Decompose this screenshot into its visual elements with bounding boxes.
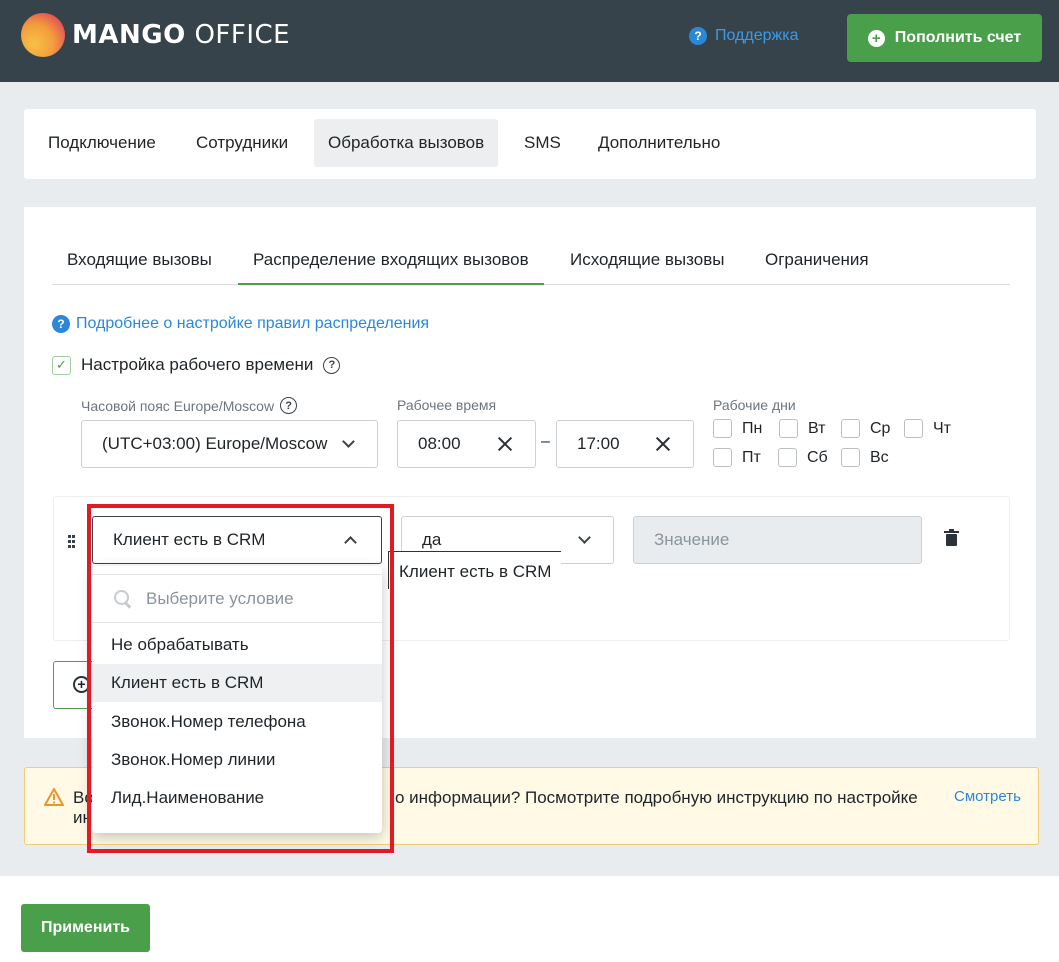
day-label: Чт (933, 419, 951, 437)
condition-tooltip: Клиент есть в CRM (388, 551, 562, 589)
day-label: Вт (808, 419, 826, 437)
chevron-down-icon (578, 531, 591, 544)
menu-item-call-line[interactable]: Звонок.Номер линии (92, 741, 382, 779)
day-fri[interactable]: Пт (713, 448, 761, 467)
subtab-distribution[interactable]: Распределение входящих вызовов (238, 239, 544, 285)
operand-value: да (422, 530, 442, 549)
time-separator: – (541, 433, 550, 450)
value-placeholder: Значение (654, 530, 730, 549)
timezone-label: Часовой пояс Europe/Moscow ? (81, 397, 298, 414)
time-to-input[interactable]: 17:00 (556, 420, 694, 468)
help-icon: ? (52, 315, 70, 333)
warning-text-line2: ин (73, 808, 92, 827)
condition-select[interactable]: Клиент есть в CRM (92, 516, 382, 564)
day-thu[interactable]: Чт (904, 419, 951, 438)
menu-item-call-phone[interactable]: Звонок.Номер телефона (92, 703, 382, 741)
tab-sms[interactable]: SMS (510, 119, 575, 167)
add-circle-icon: + (73, 676, 90, 693)
day-checkbox[interactable] (713, 448, 732, 467)
day-label: Вс (870, 448, 889, 466)
day-tue[interactable]: Вт (779, 419, 825, 438)
timezone-label-text: Часовой пояс Europe/Moscow (81, 397, 275, 414)
time-to-value: 17:00 (577, 434, 620, 453)
tab-connection[interactable]: Подключение (34, 119, 170, 167)
help-link-label: Подробнее о настройке правил распределен… (76, 315, 430, 332)
day-sun[interactable]: Вс (841, 448, 889, 467)
menu-item-none[interactable]: Не обрабатывать (92, 626, 382, 664)
day-sat[interactable]: Сб (778, 448, 828, 467)
chevron-up-icon (344, 536, 357, 549)
work-days-label: Рабочие дни (713, 397, 796, 413)
trash-icon[interactable] (944, 529, 959, 546)
clear-icon[interactable] (497, 436, 513, 452)
clear-icon[interactable] (655, 436, 671, 452)
help-icon: ? (689, 27, 707, 45)
work-time-checkbox[interactable]: ✓ (52, 355, 71, 375)
warning-text-start: Во (73, 788, 94, 807)
drag-handle-icon[interactable] (68, 535, 78, 550)
timezone-value: (UTC+03:00) Europe/Moscow (102, 434, 328, 453)
tab-additional[interactable]: Дополнительно (584, 119, 734, 167)
condition-search-input[interactable]: Выберите условие (92, 574, 382, 623)
support-link[interactable]: ? Поддержка (689, 27, 798, 45)
day-wed[interactable]: Ср (841, 419, 890, 438)
time-from-input[interactable]: 08:00 (397, 420, 536, 468)
logo-text-light: OFFICE (194, 20, 291, 50)
condition-value: Клиент есть в CRM (113, 530, 266, 549)
day-checkbox[interactable] (841, 448, 860, 467)
menu-item-lead-name[interactable]: Лид.Наименование (92, 779, 382, 817)
search-icon (114, 589, 132, 608)
support-label: Поддержка (715, 27, 799, 44)
topup-label: Пополнить счет (894, 29, 1022, 46)
topup-button[interactable]: + Пополнить счет (847, 14, 1042, 62)
app-header: MANGO OFFICE ? Поддержка + Пополнить сче… (0, 0, 1059, 82)
logo-text-bold: MANGO (72, 20, 186, 50)
day-checkbox[interactable] (778, 448, 797, 467)
day-mon[interactable]: Пн (713, 419, 762, 438)
day-checkbox[interactable] (713, 419, 732, 438)
tab-call-processing[interactable]: Обработка вызовов (314, 119, 499, 167)
work-time-field-label: Рабочее время (397, 397, 497, 413)
warning-icon (44, 788, 64, 806)
logo-text[interactable]: MANGO OFFICE (72, 20, 290, 50)
work-time-label: Настройка рабочего времени (81, 355, 314, 374)
main-tabs: Подключение Сотрудники Обработка вызовов… (24, 109, 1036, 179)
apply-button[interactable]: Применить (21, 904, 150, 952)
subtab-outgoing[interactable]: Исходящие вызовы (555, 239, 739, 285)
day-label: Ср (870, 419, 891, 437)
distribution-help-link[interactable]: ? Подробнее о настройке правил распредел… (52, 315, 429, 333)
tab-employees[interactable]: Сотрудники (182, 119, 302, 167)
day-checkbox[interactable] (841, 419, 860, 438)
day-checkbox[interactable] (779, 419, 798, 438)
subtab-incoming[interactable]: Входящие вызовы (52, 239, 227, 285)
timezone-select[interactable]: (UTC+03:00) Europe/Moscow (81, 420, 378, 468)
sub-tabs: Входящие вызовы Распределение входящих в… (52, 239, 1010, 285)
chevron-down-icon (342, 435, 355, 448)
menu-item-client-in-crm[interactable]: Клиент есть в CRM (92, 664, 382, 702)
plus-circle-icon: + (867, 29, 885, 47)
work-time-row: ✓ Настройка рабочего времени ? (52, 355, 341, 375)
warning-view-link[interactable]: Смотреть (954, 788, 1021, 805)
day-checkbox[interactable] (904, 419, 923, 438)
question-icon[interactable]: ? (323, 356, 341, 374)
search-placeholder: Выберите условие (146, 588, 294, 608)
day-label: Пн (742, 419, 763, 437)
subtab-restrictions[interactable]: Ограничения (750, 239, 884, 285)
day-label: Сб (807, 448, 828, 466)
day-label: Пт (742, 448, 761, 466)
question-icon[interactable]: ? (280, 397, 298, 414)
time-from-value: 08:00 (418, 434, 461, 453)
condition-dropdown: Выберите условие Не обрабатывать Клиент … (92, 566, 382, 833)
value-input[interactable]: Значение (633, 516, 922, 564)
mango-logo-icon[interactable] (21, 13, 65, 57)
footer-bar: Применить (0, 876, 1059, 962)
warning-text: о информации? Посмотрите подробную инстр… (395, 788, 918, 807)
